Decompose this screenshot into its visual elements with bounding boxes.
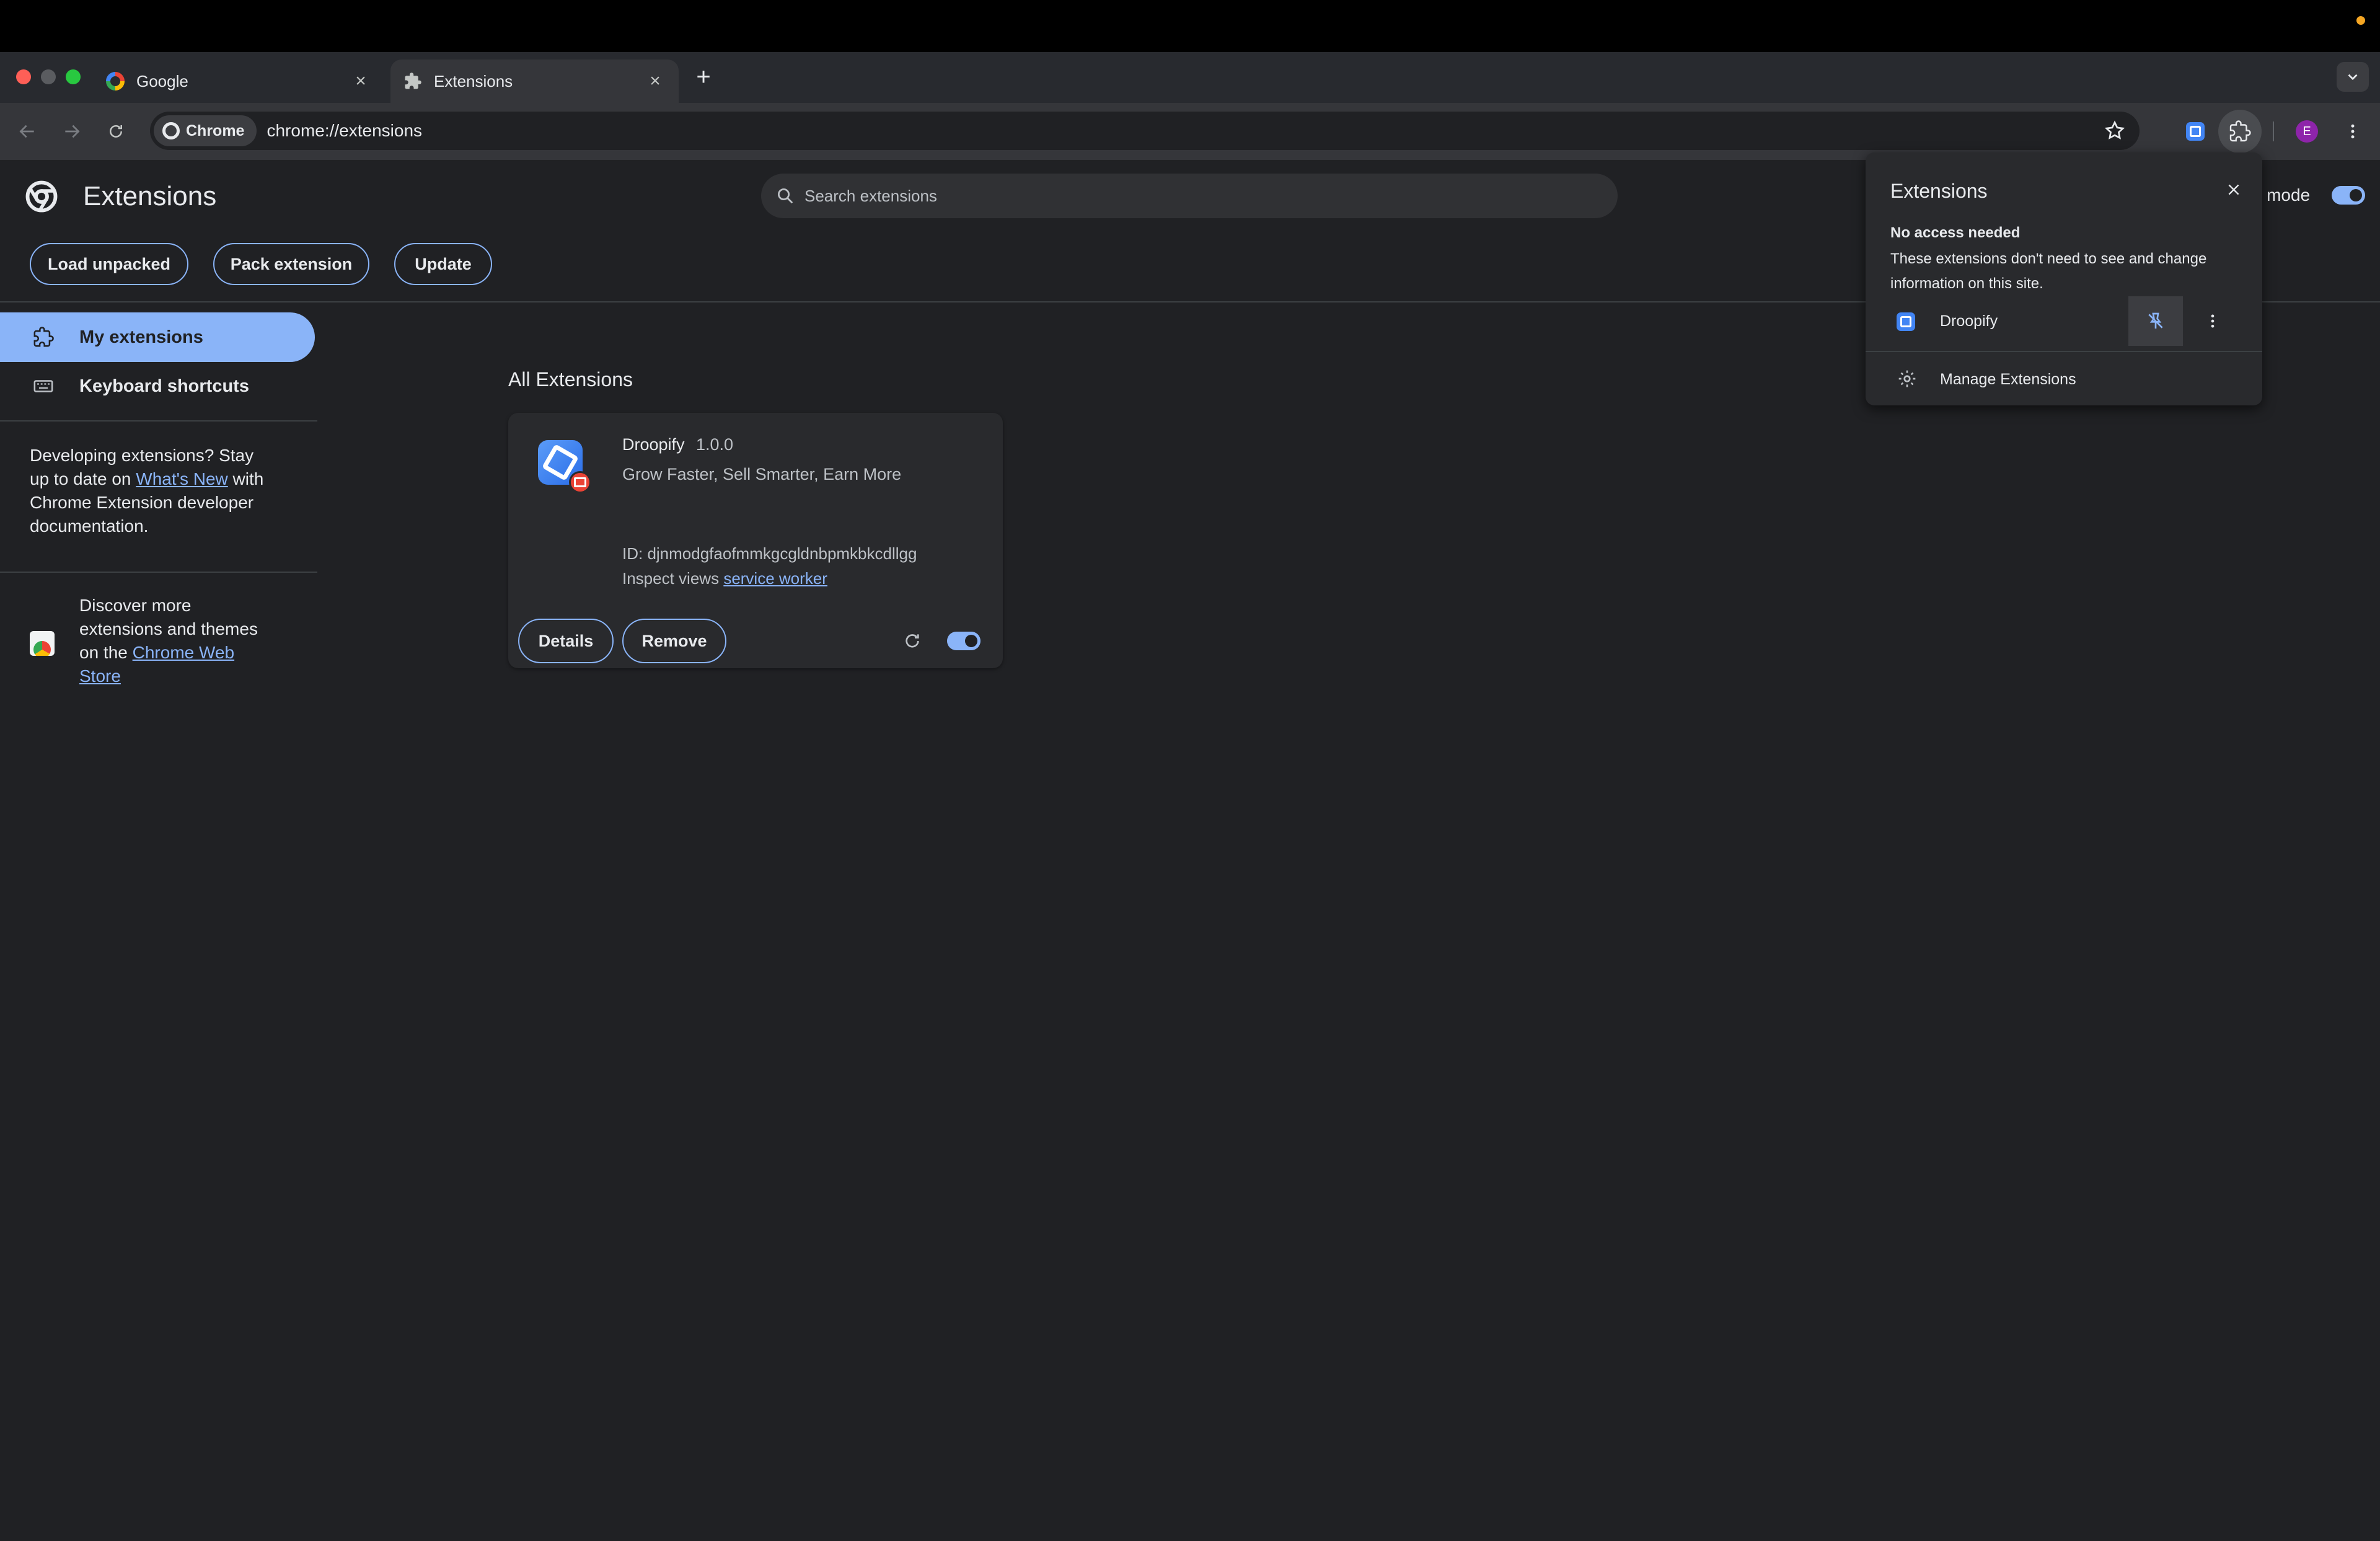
droopify-icon [2186, 122, 2205, 141]
extension-description: Grow Faster, Sell Smarter, Earn More [622, 465, 902, 483]
chrome-menu-button[interactable] [2337, 115, 2369, 148]
sidebar-item-label: My extensions [79, 327, 203, 347]
sidebar-divider [0, 420, 317, 422]
new-tab-button[interactable]: + [691, 62, 716, 92]
profile-button[interactable]: E [2291, 115, 2323, 148]
pin-off-icon [2148, 312, 2163, 329]
gear-icon [1895, 367, 1919, 391]
window-maximize-button[interactable] [66, 69, 81, 84]
developer-mode-label: r mode [2256, 185, 2311, 205]
close-icon[interactable] [2221, 177, 2246, 202]
extensions-popup: Extensions No access needed These extens… [1866, 152, 2262, 405]
page-title: Extensions [83, 181, 217, 211]
site-info-chip[interactable]: Chrome [154, 115, 257, 146]
extensions-menu-button[interactable] [2218, 110, 2262, 153]
bookmark-star-icon[interactable] [2104, 120, 2126, 142]
reload-button[interactable] [101, 117, 131, 146]
more-vert-icon[interactable] [2200, 309, 2225, 333]
droopify-icon [1897, 312, 1915, 331]
reload-extension-icon[interactable] [900, 629, 925, 653]
toolbar-divider [2273, 121, 2274, 141]
extension-enable-toggle[interactable] [947, 632, 981, 650]
unpin-button[interactable] [2128, 296, 2183, 346]
extension-version: 1.0.0 [696, 435, 734, 454]
popup-extension-item[interactable]: Droopify [1866, 296, 2262, 346]
chrome-logo-icon [25, 180, 58, 213]
chrome-web-store-link-cont[interactable]: Store [79, 666, 121, 686]
chrome-web-store-link[interactable]: Chrome Web [133, 643, 234, 662]
search-icon [778, 188, 793, 204]
address-bar[interactable]: Chrome chrome://extensions [150, 112, 2140, 150]
search-placeholder: Search extensions [804, 186, 937, 205]
developer-mode-toggle[interactable] [2332, 186, 2365, 205]
site-info-label: Chrome [186, 121, 245, 139]
extension-card: Droopify 1.0.0 Grow Faster, Sell Smarter… [508, 413, 1003, 668]
chevron-down-icon [2348, 74, 2358, 81]
sidebar-divider [0, 572, 317, 573]
puzzle-icon [2229, 120, 2251, 142]
discover-text: Discover more extensions and themes on t… [79, 596, 258, 686]
section-title: All Extensions [508, 368, 633, 391]
popup-extension-name: Droopify [1940, 312, 1998, 330]
popup-section-heading: No access needed [1890, 224, 2021, 241]
google-icon [105, 71, 125, 91]
search-input[interactable]: Search extensions [761, 174, 1618, 218]
tab-title: Extensions [434, 71, 513, 91]
manage-extensions-item[interactable]: Manage Extensions [1866, 357, 2262, 400]
recording-indicator-icon [2356, 16, 2365, 25]
droopify-toolbar-button[interactable] [2179, 115, 2211, 148]
forward-button[interactable] [57, 117, 87, 146]
more-vert-icon [2351, 124, 2355, 139]
avatar: E [2296, 120, 2318, 143]
os-menu-bar [0, 0, 2380, 52]
back-button[interactable] [12, 117, 42, 146]
puzzle-icon [403, 71, 423, 91]
url-text[interactable]: chrome://extensions [267, 121, 422, 141]
extension-name: Droopify [622, 435, 685, 454]
sidebar-item-keyboard-shortcuts[interactable]: Keyboard shortcuts [0, 361, 315, 411]
sidebar-item-my-extensions[interactable]: My extensions [0, 312, 315, 362]
extension-icon [31, 325, 56, 350]
remove-button[interactable]: Remove [622, 619, 726, 663]
sidebar-item-label: Keyboard shortcuts [79, 376, 249, 396]
manage-extensions-label: Manage Extensions [1940, 371, 2076, 388]
tab-close-icon[interactable]: × [644, 71, 666, 92]
whats-new-link[interactable]: What's New [136, 469, 228, 488]
popup-section-description: These extensions don't need to see and c… [1890, 250, 2207, 292]
droopify-icon [538, 440, 591, 493]
inspect-views: Inspect views service worker [622, 569, 827, 588]
tab-close-icon[interactable]: × [350, 71, 372, 92]
service-worker-badge-icon [569, 471, 591, 493]
arrow-left-icon [19, 125, 34, 138]
tab-title: Google [136, 71, 188, 91]
chrome-web-store-icon [30, 631, 55, 656]
developer-info-text: Developing extensions? Stay up to date o… [30, 446, 264, 536]
load-unpacked-button[interactable]: Load unpacked [30, 243, 188, 285]
chrome-icon [162, 122, 180, 139]
popup-divider [1866, 351, 2262, 352]
details-button[interactable]: Details [518, 619, 614, 663]
update-button[interactable]: Update [394, 243, 492, 285]
tab-extensions[interactable]: Extensions × [390, 60, 679, 103]
keyboard-icon [31, 374, 56, 399]
reload-icon [110, 125, 122, 138]
service-worker-link[interactable]: service worker [723, 569, 827, 588]
window-minimize-button[interactable] [41, 69, 56, 84]
extension-id: ID: djnmodgfaofmmkgcgldnbpmkbkcdllgg [622, 544, 917, 563]
tab-search-button[interactable] [2337, 62, 2369, 92]
arrow-right-icon [65, 125, 80, 138]
popup-title: Extensions [1890, 180, 1988, 202]
pack-extension-button[interactable]: Pack extension [213, 243, 369, 285]
window-close-button[interactable] [16, 69, 31, 84]
tab-google[interactable]: Google × [93, 60, 384, 103]
